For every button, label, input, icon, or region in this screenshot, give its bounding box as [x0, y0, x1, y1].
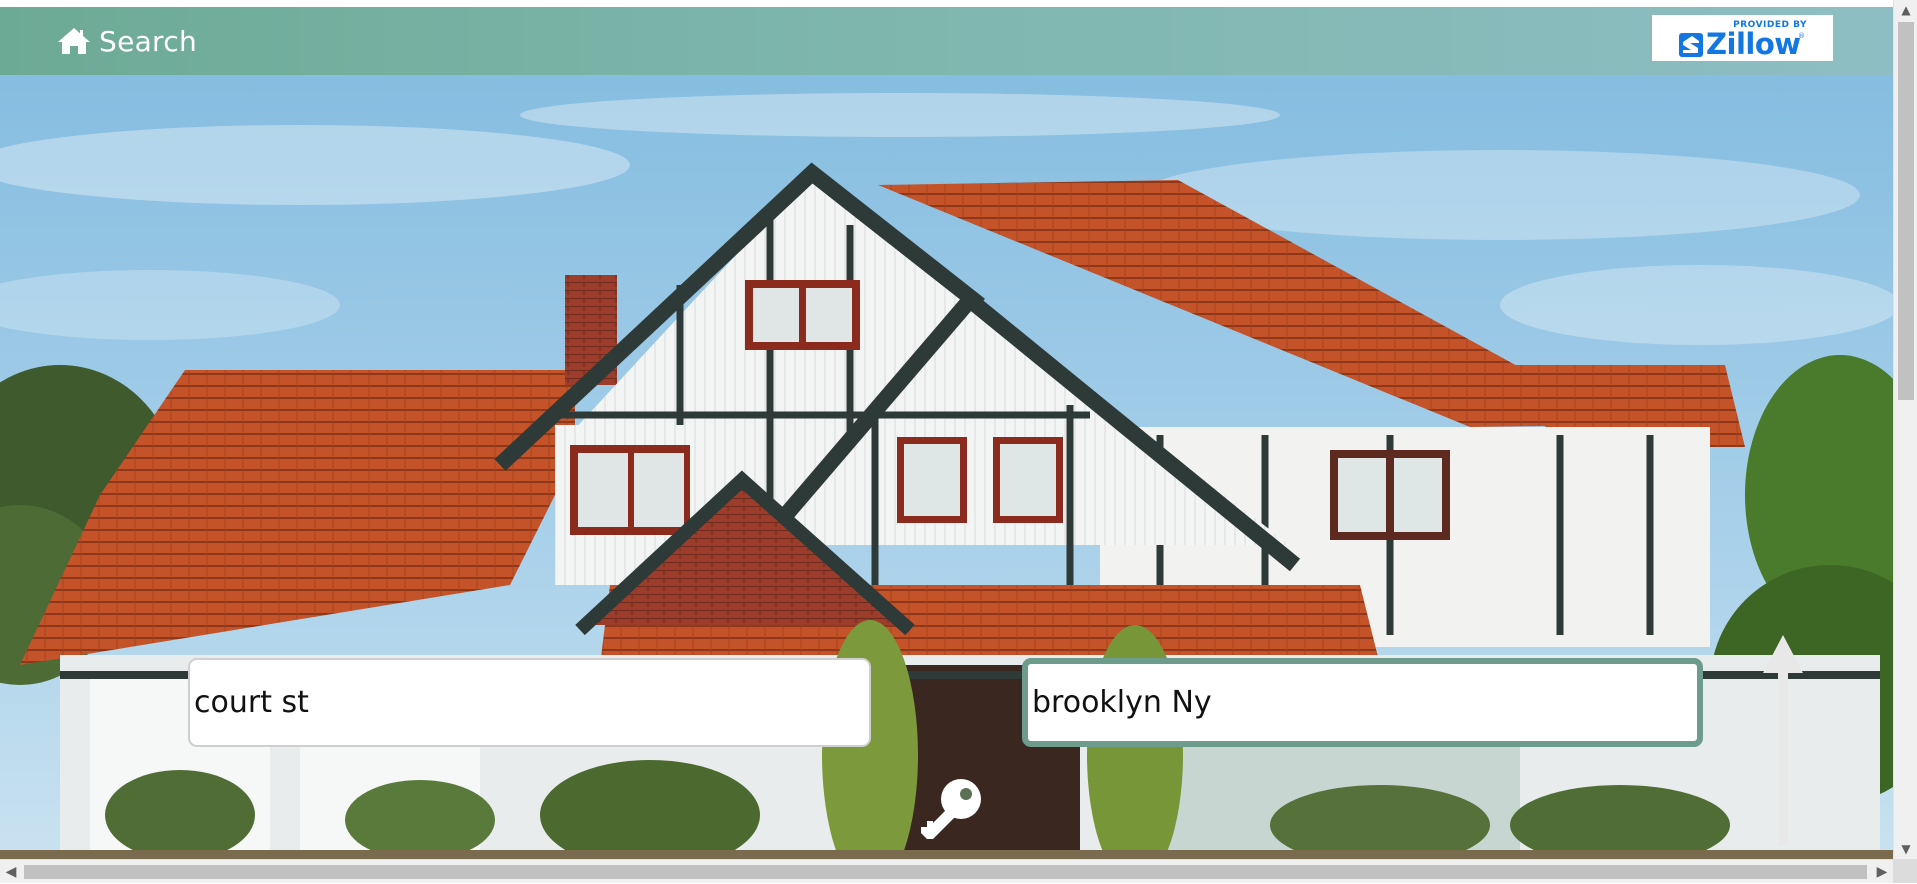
scroll-up-arrow[interactable]: ▲: [1894, 0, 1917, 20]
vertical-scroll-thumb[interactable]: [1898, 22, 1914, 400]
home-icon: [58, 28, 90, 54]
vertical-scrollbar[interactable]: ▲ ▼: [1893, 0, 1917, 859]
zillow-z-icon: [1679, 33, 1703, 57]
navbar: Search PROVIDED BY Zillow ®: [0, 7, 1893, 75]
horizontal-scroll-thumb[interactable]: [24, 865, 1867, 879]
viewport: Search PROVIDED BY Zillow ® court st bro…: [0, 0, 1893, 859]
scroll-down-arrow[interactable]: ▼: [1894, 839, 1917, 859]
search-submit-button[interactable]: [915, 775, 985, 845]
key-icon: [921, 779, 981, 839]
zillow-wordmark: Zillow: [1706, 27, 1801, 61]
scroll-right-arrow[interactable]: ▶: [1871, 860, 1893, 884]
horizontal-scrollbar[interactable]: ◀ ▶: [0, 859, 1893, 883]
registered-mark: ®: [1798, 32, 1805, 40]
scroll-left-arrow[interactable]: ◀: [0, 860, 22, 884]
top-strip: [0, 0, 1893, 7]
street-input[interactable]: court st: [188, 658, 871, 747]
city-state-input[interactable]: brooklyn Ny: [1022, 658, 1703, 747]
nav-title: Search: [99, 24, 197, 58]
home-search-link[interactable]: Search: [57, 24, 197, 58]
zillow-badge[interactable]: PROVIDED BY Zillow ®: [1652, 15, 1833, 61]
scrollbar-corner: [1893, 859, 1917, 883]
